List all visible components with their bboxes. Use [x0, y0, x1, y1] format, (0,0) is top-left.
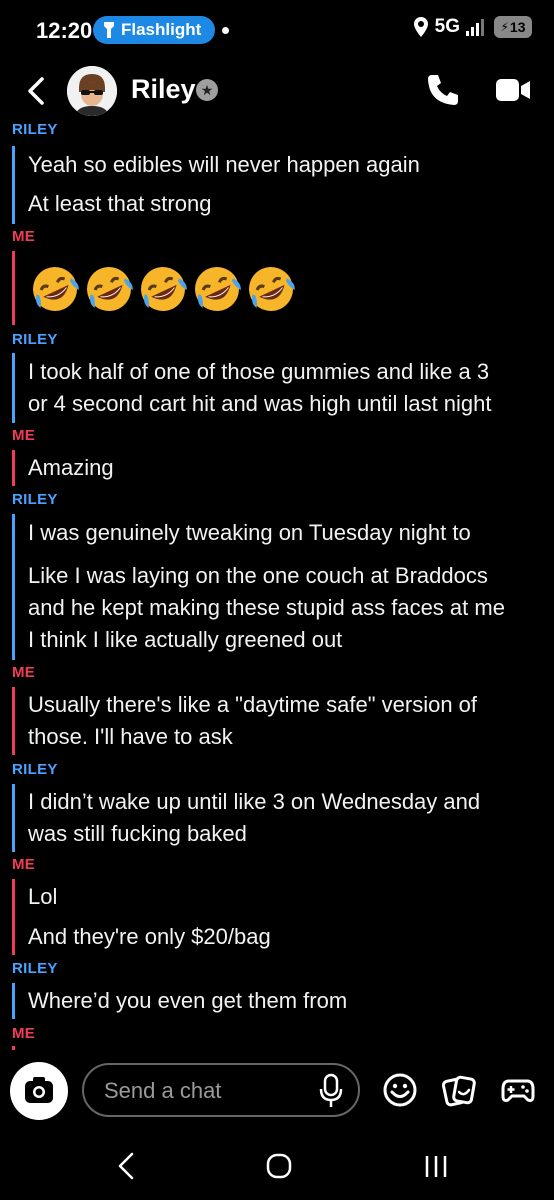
- sender-label: RILEY: [12, 761, 58, 778]
- chat-composer: Send a chat: [0, 1050, 554, 1134]
- sender-bar: [12, 784, 15, 852]
- sender-label: RILEY: [12, 960, 58, 977]
- rofl-emoji-icon: [87, 267, 133, 311]
- system-nav-bar: [0, 1134, 554, 1200]
- sender-label: RILEY: [12, 491, 58, 508]
- sender-label: ME: [12, 228, 36, 245]
- video-icon[interactable]: [494, 76, 532, 104]
- rofl-emoji-icon: [33, 267, 79, 311]
- sender-bar: [12, 687, 15, 755]
- rofl-emoji-icon: [195, 267, 241, 311]
- sender-label: ME: [12, 664, 36, 681]
- message-text[interactable]: or 4 second cart hit and was high until …: [28, 388, 492, 420]
- message-text[interactable]: Usually there's like a "daytime safe" ve…: [28, 689, 477, 721]
- message-text[interactable]: those. I'll have to ask: [28, 721, 233, 753]
- message-text[interactable]: Where’d you even get them from: [28, 985, 347, 1017]
- sender-bar: [12, 879, 15, 955]
- message-text[interactable]: Lol: [28, 881, 57, 913]
- message-text[interactable]: I was genuinely tweaking on Tuesday nigh…: [28, 517, 471, 549]
- sender-label: ME: [12, 856, 36, 873]
- sender-bar: [12, 353, 15, 423]
- chat-thread: RILEY Yeah so edibles will never happen …: [0, 124, 554, 1050]
- chat-input-placeholder: Send a chat: [104, 1078, 222, 1103]
- sender-label: RILEY: [12, 124, 58, 138]
- sender-bar: [12, 450, 15, 486]
- message-text[interactable]: Amazing: [28, 452, 114, 484]
- phone-icon[interactable]: [425, 72, 461, 108]
- verified-icon: ★: [196, 79, 218, 101]
- rofl-emoji-icon: [141, 267, 187, 311]
- status-bar: 12:20 Flashlight 5G ⚡ 13: [0, 0, 554, 62]
- flashlight-icon: [104, 22, 114, 38]
- emoji-message[interactable]: [28, 262, 298, 316]
- notification-dot: [222, 27, 229, 34]
- sender-bar: [12, 251, 15, 325]
- nav-home-icon[interactable]: [264, 1150, 294, 1182]
- stickers-icon[interactable]: [441, 1072, 477, 1108]
- camera-icon: [25, 1077, 53, 1103]
- status-time: 12:20: [36, 18, 93, 43]
- sender-label: ME: [12, 427, 36, 444]
- location-icon: [413, 17, 428, 37]
- back-icon[interactable]: [20, 74, 54, 108]
- battery-indicator: ⚡ 13: [494, 16, 532, 38]
- sender-label: ME: [12, 1025, 36, 1042]
- status-right: 5G ⚡ 13: [413, 16, 532, 38]
- signal-icon: [466, 19, 484, 36]
- message-text[interactable]: and he kept making these stupid ass face…: [28, 592, 505, 624]
- nav-back-icon[interactable]: [114, 1150, 138, 1182]
- chat-input[interactable]: Send a chat: [82, 1063, 360, 1117]
- message-text[interactable]: At least that strong: [28, 188, 211, 220]
- sender-bar: [12, 146, 15, 224]
- contact-name[interactable]: Riley: [131, 74, 196, 105]
- message-text[interactable]: I didn’t wake up until like 3 on Wednesd…: [28, 786, 480, 818]
- flashlight-label: Flashlight: [121, 20, 202, 39]
- message-text[interactable]: I think I like actually greened out: [28, 624, 342, 656]
- message-text[interactable]: I took half of one of those gummies and …: [28, 356, 489, 388]
- message-text[interactable]: was still fucking baked: [28, 818, 247, 850]
- sender-bar: [12, 983, 15, 1019]
- sender-label: RILEY: [12, 331, 58, 348]
- message-text[interactable]: And they're only $20/bag: [28, 921, 271, 953]
- mic-icon[interactable]: [318, 1073, 344, 1109]
- flashlight-pill[interactable]: Flashlight: [93, 16, 216, 44]
- rofl-emoji-icon: [249, 267, 295, 311]
- message-text[interactable]: Yeah so edibles will never happen again: [28, 149, 420, 181]
- battery-level: 13: [509, 19, 526, 35]
- games-icon[interactable]: [500, 1072, 536, 1108]
- avatar[interactable]: [67, 66, 117, 116]
- chat-header: Riley ★: [0, 62, 554, 124]
- camera-button[interactable]: [10, 1062, 68, 1120]
- message-text[interactable]: Like I was laying on the one couch at Br…: [28, 560, 488, 592]
- sender-bar: [12, 514, 15, 660]
- network-label: 5G: [434, 16, 460, 37]
- smiley-icon[interactable]: [382, 1072, 418, 1108]
- nav-recents-icon[interactable]: [422, 1150, 450, 1182]
